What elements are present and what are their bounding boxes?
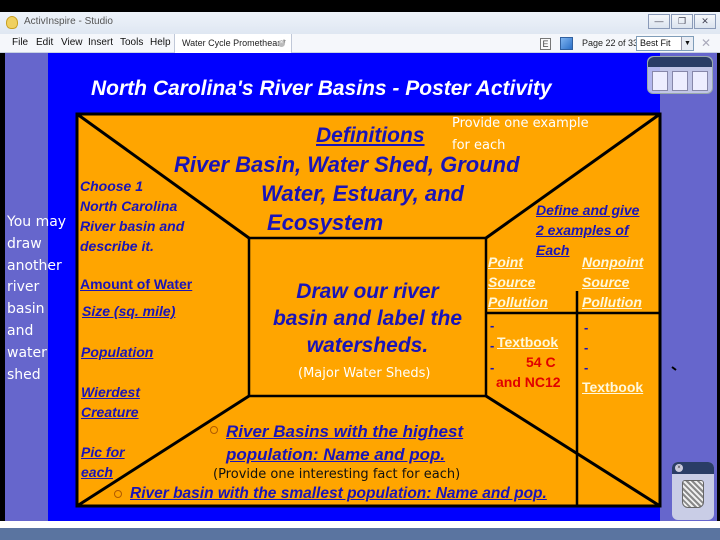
item-weirdest-line1: Wierdest [81, 384, 141, 400]
header-line: Source [582, 274, 630, 290]
header-line: Source [488, 274, 536, 290]
item-weirdest-line2: Creature [81, 404, 139, 420]
side-note-line: basin [7, 301, 45, 318]
nonpoint-item-dash: - [584, 320, 589, 335]
header-line: Nonpoint [582, 254, 644, 270]
nonpoint-item-dash: - [584, 340, 589, 355]
definitions-heading: Definitions [316, 124, 425, 147]
definitions-terms-line2: Water, Estuary, and [261, 181, 464, 206]
status-gap [0, 521, 720, 528]
center-line: watersheds. [306, 334, 429, 357]
nonpoint-source-header: Nonpoint Source Pollution [582, 252, 643, 312]
side-note-line: river [7, 279, 40, 296]
point-reference-line1: 54 C [526, 354, 556, 370]
point-item-dash: - [490, 318, 495, 333]
item-pic-line2: each [81, 464, 113, 480]
bottom-bullet1-line1: River Basins with the highest [226, 422, 464, 441]
bottom-bullet1-line2: population: Name and pop. [226, 445, 446, 464]
item-amount-of-water: Amount of Water [80, 276, 193, 292]
item-population: Population [81, 344, 154, 360]
left-prompt: Choose 1 North Carolina River basin and … [80, 176, 184, 256]
bullet-circle-icon [114, 490, 122, 498]
point-reference-line2: and NC12 [496, 374, 561, 390]
trash-panel: × [672, 462, 714, 520]
point-item-dash: - [490, 338, 495, 353]
next-page-icon[interactable] [692, 71, 708, 91]
bottom-note: (Provide one interesting fact for each) [213, 467, 461, 482]
nonpoint-textbook-link[interactable]: Textbook [582, 379, 643, 395]
trash-header: × [672, 462, 714, 474]
side-note-line: draw [7, 235, 42, 252]
definitions-note-line1: Provide one example [452, 116, 589, 131]
item-size: Size (sq. mile) [82, 303, 176, 319]
toolbox-header[interactable] [648, 57, 712, 67]
bottom-bullet2: River basin with the smallest population… [130, 485, 547, 502]
point-item-dash: - [490, 360, 495, 375]
side-note-line: water [7, 344, 47, 361]
definitions-terms-line1: River Basin, Water Shed, Ground [174, 152, 520, 177]
right-instruction: Define and give 2 examples of Each [536, 200, 639, 260]
side-note-line: another [7, 257, 62, 274]
trash-icon[interactable] [682, 480, 704, 508]
center-note: (Major Water Sheds) [298, 366, 431, 381]
page-browser-icon[interactable] [652, 71, 668, 91]
cursor-mark [671, 366, 677, 371]
right-instruction-line: 2 examples of [536, 222, 629, 238]
left-prompt-line: Choose 1 [80, 178, 144, 194]
previous-page-icon[interactable] [672, 71, 688, 91]
definitions-terms-line3: Ecosystem [267, 210, 384, 235]
side-note: You may draw another river basin and wat… [7, 212, 66, 386]
center-line: basin and label the [272, 307, 463, 330]
taskbar [0, 528, 720, 540]
point-source-header: Point Source Pollution [488, 252, 548, 312]
point-textbook-link[interactable]: Textbook [497, 334, 558, 350]
center-line: Draw our river [296, 280, 439, 303]
close-trash-icon[interactable]: × [675, 464, 683, 472]
bullet-circle-icon [210, 426, 218, 434]
left-prompt-line: North Carolina [80, 198, 178, 214]
side-note-line: and [7, 322, 34, 339]
header-line: Pollution [488, 294, 548, 310]
header-line: Point [488, 254, 523, 270]
side-note-line: shed [7, 366, 41, 383]
item-pic-line1: Pic for [81, 444, 125, 460]
left-prompt-line: River basin and [80, 218, 185, 234]
right-instruction-line: Define and give [536, 202, 640, 218]
center-instructions: Draw our river basin and label the water… [249, 278, 486, 359]
definitions-note-line2: for each [452, 138, 506, 153]
side-note-line: You may [7, 214, 67, 230]
left-prompt-line: describe it. [80, 238, 154, 254]
page-navigation-toolbox [647, 56, 713, 94]
nonpoint-item-dash: - [584, 360, 589, 375]
activinspire-window: ActivInspire - Studio — ❐ ✕ File Edit Vi… [0, 0, 720, 540]
header-line: Pollution [582, 294, 642, 310]
